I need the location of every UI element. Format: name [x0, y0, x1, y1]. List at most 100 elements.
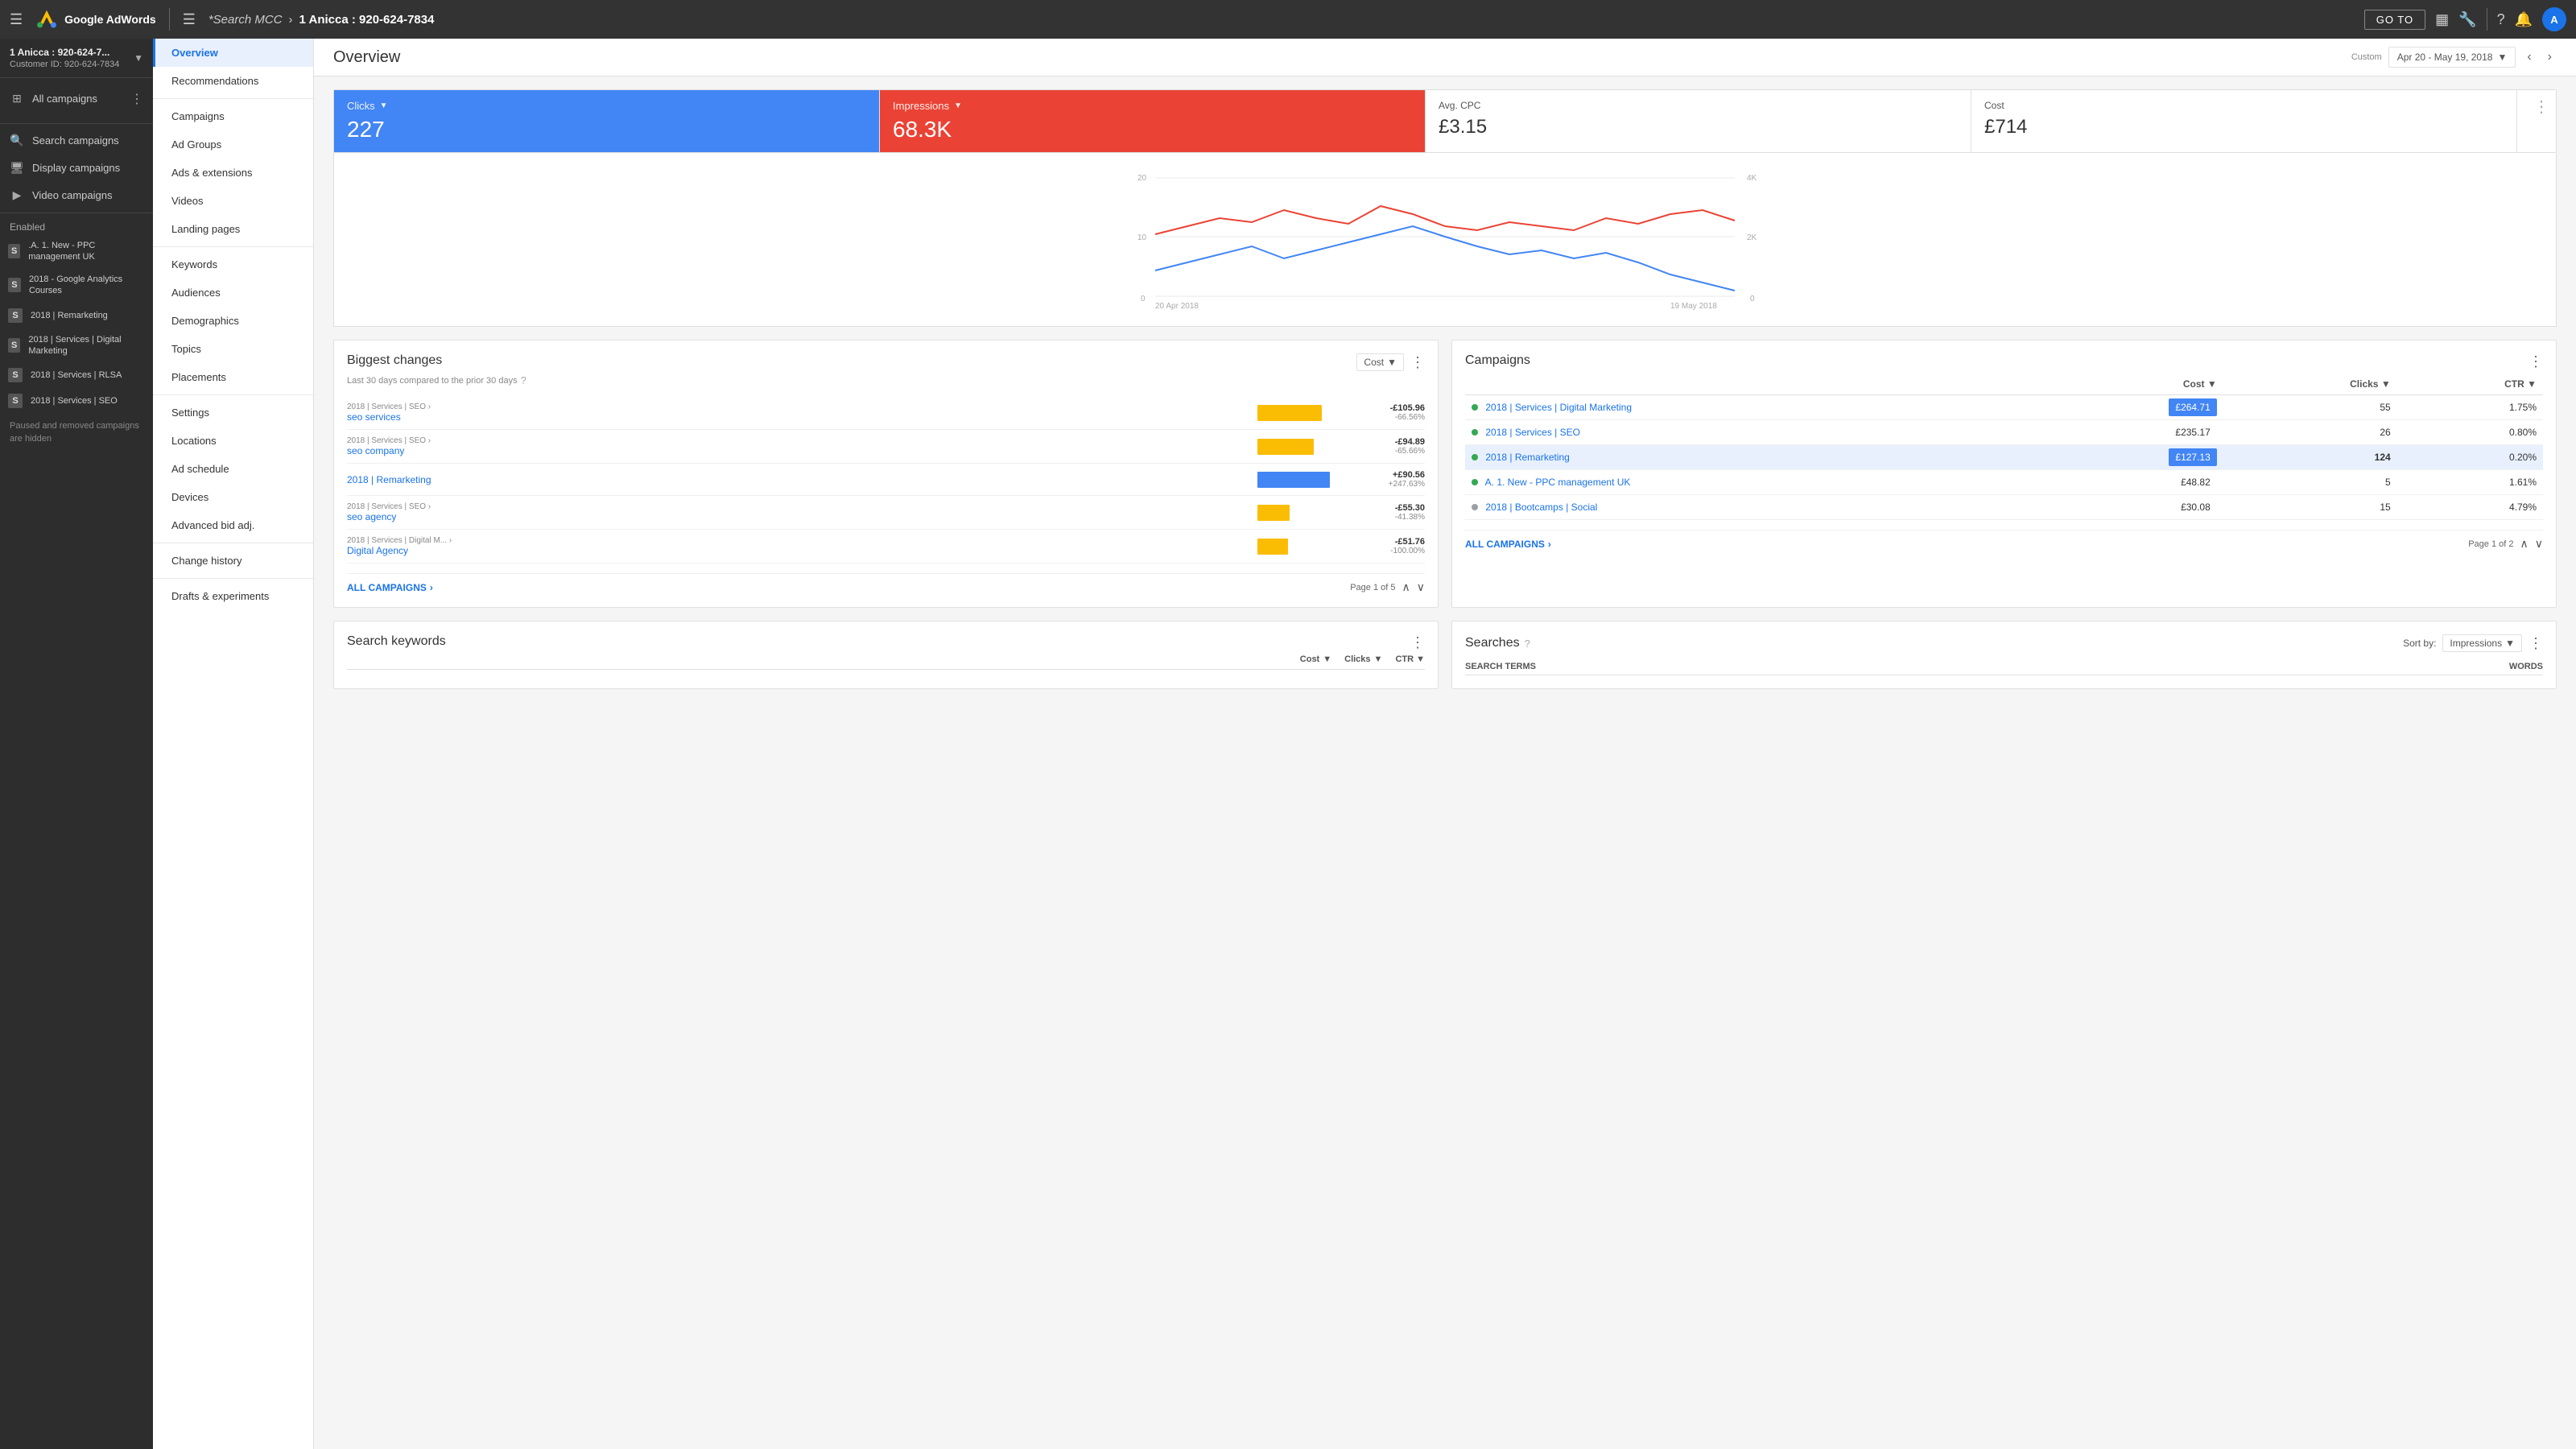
- all-campaigns-link-1[interactable]: ALL CAMPAIGNS ›: [347, 582, 433, 593]
- campaign-name-4: 2018 | Services | RLSA: [31, 369, 122, 381]
- clicks-dropdown-icon[interactable]: ▼: [380, 101, 388, 110]
- display-icon: 🖥: [10, 161, 24, 175]
- more-icon[interactable]: ⋮: [130, 91, 143, 107]
- nav-campaigns-label: Campaigns: [171, 110, 225, 122]
- campaign-link-3[interactable]: A. 1. New - PPC management UK: [1485, 477, 1631, 488]
- nav-ad-schedule[interactable]: Ad schedule: [153, 455, 313, 483]
- col-header-clicks[interactable]: Clicks ▼: [2223, 374, 2397, 395]
- changes-values-3: -£55.30 -41.38%: [1360, 503, 1425, 522]
- campaigns-widget-menu[interactable]: ⋮: [2529, 353, 2543, 370]
- chart-icon[interactable]: ▦: [2435, 11, 2449, 28]
- nav-topics[interactable]: Topics: [153, 335, 313, 363]
- changes-sort-button[interactable]: Cost ▼: [1356, 353, 1404, 371]
- nav-videos[interactable]: Videos: [153, 187, 313, 215]
- search-keywords-menu[interactable]: ⋮: [1410, 634, 1425, 651]
- nav-settings[interactable]: Settings: [153, 398, 313, 427]
- campaign-item-5[interactable]: S 2018 | Services | SEO: [0, 388, 153, 414]
- changes-parent-3: 2018 | Services | SEO ›: [347, 502, 1251, 511]
- nav-demographics[interactable]: Demographics: [153, 307, 313, 335]
- changes-values-2: +£90.56 +247.63%: [1360, 470, 1425, 489]
- sk-clicks-col[interactable]: Clicks ▼: [1344, 654, 1382, 664]
- page-prev-1[interactable]: ∧: [1402, 580, 1410, 594]
- changes-values-4: -£51.76 -100.00%: [1360, 537, 1425, 555]
- biggest-changes-menu[interactable]: ⋮: [1410, 354, 1425, 371]
- topbar-actions: GO TO ▦ 🔧 ? 🔔 A: [2364, 7, 2566, 31]
- svg-text:20 Apr 2018: 20 Apr 2018: [1155, 302, 1199, 311]
- search-campaigns-label: Search campaigns: [32, 134, 119, 147]
- sidebar-video-campaigns[interactable]: ▶ Video campaigns: [0, 182, 153, 209]
- col-header-name: [1465, 374, 2026, 395]
- sidebar-display-campaigns[interactable]: 🖥 Display campaigns: [0, 155, 153, 182]
- metric-clicks: Clicks ▼ 227: [334, 90, 880, 152]
- col-header-ctr[interactable]: CTR ▼: [2397, 374, 2543, 395]
- searches-sort-button[interactable]: Impressions ▼: [2442, 634, 2522, 652]
- searches-menu[interactable]: ⋮: [2529, 635, 2543, 652]
- avatar[interactable]: A: [2542, 7, 2566, 31]
- changes-name-0[interactable]: seo services: [347, 411, 1251, 423]
- nav-change-history[interactable]: Change history: [153, 547, 313, 575]
- topbar: ☰ Google AdWords ☰ *Search MCC › 1 Anicc…: [0, 0, 2576, 39]
- date-range-button[interactable]: Apr 20 - May 19, 2018 ▼: [2388, 47, 2516, 68]
- svg-text:4K: 4K: [1747, 174, 1757, 183]
- campaign-item-0[interactable]: S .A. 1. New - PPC management UK: [0, 234, 153, 269]
- account-selector[interactable]: 1 Anicca : 920-624-7... Customer ID: 920…: [0, 39, 153, 78]
- main-layout: 1 Anicca : 920-624-7... Customer ID: 920…: [0, 39, 2576, 1449]
- nav-campaigns[interactable]: Campaigns: [153, 102, 313, 130]
- campaign-ctr-cell-0: 1.75%: [2397, 395, 2543, 420]
- page-next-1[interactable]: ∨: [1417, 580, 1425, 594]
- nav-recommendations[interactable]: Recommendations: [153, 67, 313, 95]
- hamburger-button[interactable]: ☰: [10, 11, 23, 28]
- changes-name-4[interactable]: Digital Agency: [347, 545, 1251, 556]
- nav-ads-extensions[interactable]: Ads & extensions: [153, 159, 313, 187]
- nav-audiences[interactable]: Audiences: [153, 279, 313, 307]
- nav-drafts[interactable]: Drafts & experiments: [153, 582, 313, 610]
- campaign-link-2[interactable]: 2018 | Remarketing: [1485, 452, 1570, 463]
- campaign-item-4[interactable]: S 2018 | Services | RLSA: [0, 362, 153, 388]
- sidebar-search-campaigns[interactable]: 🔍 Search campaigns: [0, 127, 153, 155]
- campaign-link-4[interactable]: 2018 | Bootcamps | Social: [1485, 502, 1597, 513]
- campaign-item-3[interactable]: S 2018 | Services | Digital Marketing: [0, 328, 153, 363]
- searches-help-icon[interactable]: ?: [1525, 638, 1530, 650]
- nav-advanced-bid[interactable]: Advanced bid adj.: [153, 511, 313, 539]
- all-campaigns-link-2[interactable]: ALL CAMPAIGNS ›: [1465, 539, 1551, 550]
- changes-name-2[interactable]: 2018 | Remarketing: [347, 474, 1251, 485]
- col-search-terms: SEARCH TERMS: [1465, 662, 2479, 671]
- all-campaigns-item[interactable]: ⊞ All campaigns ⋮: [0, 85, 153, 114]
- video-icon: ▶: [10, 188, 24, 203]
- nav-devices[interactable]: Devices: [153, 483, 313, 511]
- campaign-link-1[interactable]: 2018 | Services | SEO: [1485, 427, 1580, 438]
- search-keywords-card: Search keywords ⋮ Cost ▼ Clicks ▼ CTR ▼: [333, 621, 1439, 689]
- nav-locations[interactable]: Locations: [153, 427, 313, 455]
- nav-placements[interactable]: Placements: [153, 363, 313, 391]
- sk-cost-arrow: ▼: [1323, 654, 1331, 664]
- help-icon[interactable]: ?: [521, 374, 526, 386]
- page-next-2[interactable]: ∨: [2535, 537, 2543, 551]
- campaign-item-2[interactable]: S 2018 | Remarketing: [0, 303, 153, 328]
- changes-name-1[interactable]: seo company: [347, 445, 1251, 456]
- wrench-icon[interactable]: 🔧: [2458, 11, 2476, 28]
- changes-amount-1: -£94.89: [1360, 437, 1425, 447]
- date-prev-button[interactable]: ‹: [2522, 47, 2536, 68]
- goto-button[interactable]: GO TO: [2364, 10, 2425, 30]
- bell-icon[interactable]: 🔔: [2515, 11, 2533, 28]
- nav-ad-groups[interactable]: Ad Groups: [153, 130, 313, 159]
- changes-name-3[interactable]: seo agency: [347, 511, 1251, 522]
- date-next-button[interactable]: ›: [2543, 47, 2557, 68]
- sk-cost-col[interactable]: Cost ▼: [1300, 654, 1331, 664]
- clicks-label: Clicks ▼: [347, 100, 866, 112]
- nav-overview[interactable]: Overview: [153, 39, 313, 67]
- nav-landing-pages[interactable]: Landing pages: [153, 215, 313, 243]
- campaigns-widget-title: Campaigns: [1465, 353, 1530, 368]
- cost-value: £714: [1984, 116, 2504, 138]
- page-prev-2[interactable]: ∧: [2520, 537, 2529, 551]
- campaign-item-1[interactable]: S 2018 - Google Analytics Courses: [0, 268, 153, 303]
- col-header-cost[interactable]: Cost ▼: [2026, 374, 2223, 395]
- help-icon[interactable]: ?: [2497, 11, 2505, 28]
- chart-more-options[interactable]: ⋮: [2517, 90, 2556, 152]
- nav-keywords[interactable]: Keywords: [153, 250, 313, 279]
- campaign-link-0[interactable]: 2018 | Services | Digital Marketing: [1485, 402, 1632, 413]
- nav-toggle-button[interactable]: ☰: [183, 11, 196, 28]
- impressions-dropdown-icon[interactable]: ▼: [954, 101, 962, 110]
- changes-amount-4: -£51.76: [1360, 537, 1425, 547]
- sk-ctr-col[interactable]: CTR ▼: [1395, 654, 1425, 664]
